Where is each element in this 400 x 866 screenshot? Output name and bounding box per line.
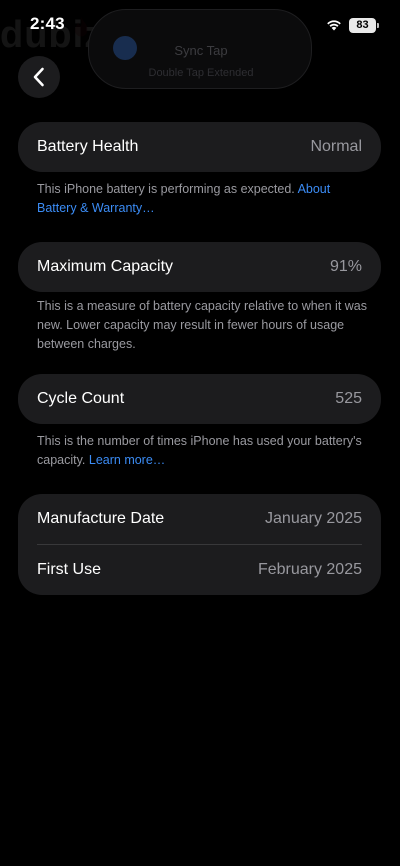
battery-level: 83 [356,19,369,31]
manufacture-date-value: January 2025 [265,510,362,527]
maximum-capacity-footnote: This is a measure of battery capacity re… [37,299,368,351]
battery-health-label: Battery Health [37,138,139,155]
dynamic-island[interactable]: Sync Tap Double Tap Extended [88,9,312,89]
learn-more-link[interactable]: Learn more… [89,453,165,467]
maximum-capacity-card: Maximum Capacity 91% [18,242,381,292]
live-activity-subtitle: Double Tap Extended [148,67,254,79]
manufacture-date-row: Manufacture Date January 2025 [18,494,381,544]
maximum-capacity-label: Maximum Capacity [37,258,174,275]
maximum-capacity-value: 91% [329,258,362,275]
chevron-left-icon [33,67,44,87]
cycle-count-label: Cycle Count [37,390,125,407]
cycle-count-value: 525 [335,390,362,407]
first-use-label: First Use [37,561,101,578]
wifi-icon [327,20,341,31]
cycle-count-row: Cycle Count 525 [18,374,381,424]
status-time: 2:43 [30,14,65,33]
battery-health-value: Normal [310,138,362,155]
battery-health-row: Battery Health Normal [18,122,381,172]
battery-health-footnote-text: This iPhone battery is performing as exp… [37,182,298,196]
first-use-value: February 2025 [257,561,362,578]
first-use-row: First Use February 2025 [18,545,381,595]
battery-icon: 83 [349,18,379,33]
cycle-count-footnote-text: This is the number of times iPhone has u… [37,434,362,467]
cycle-count-footnote: This is the number of times iPhone has u… [37,432,372,470]
back-button[interactable] [18,56,60,98]
battery-health-footnote: This iPhone battery is performing as exp… [37,180,372,218]
manufacture-date-label: Manufacture Date [37,510,165,527]
maximum-capacity-row: Maximum Capacity 91% [18,242,381,292]
cycle-count-card: Cycle Count 525 [18,374,381,424]
live-activity-title: Sync Tap [174,43,228,58]
battery-health-card: Battery Health Normal [18,122,381,172]
dates-card: Manufacture Date January 2025 First Use … [18,494,381,595]
battery-health-screen: dubizzle 2:43 83 Sync Tap Double Tap Ext… [0,0,400,866]
